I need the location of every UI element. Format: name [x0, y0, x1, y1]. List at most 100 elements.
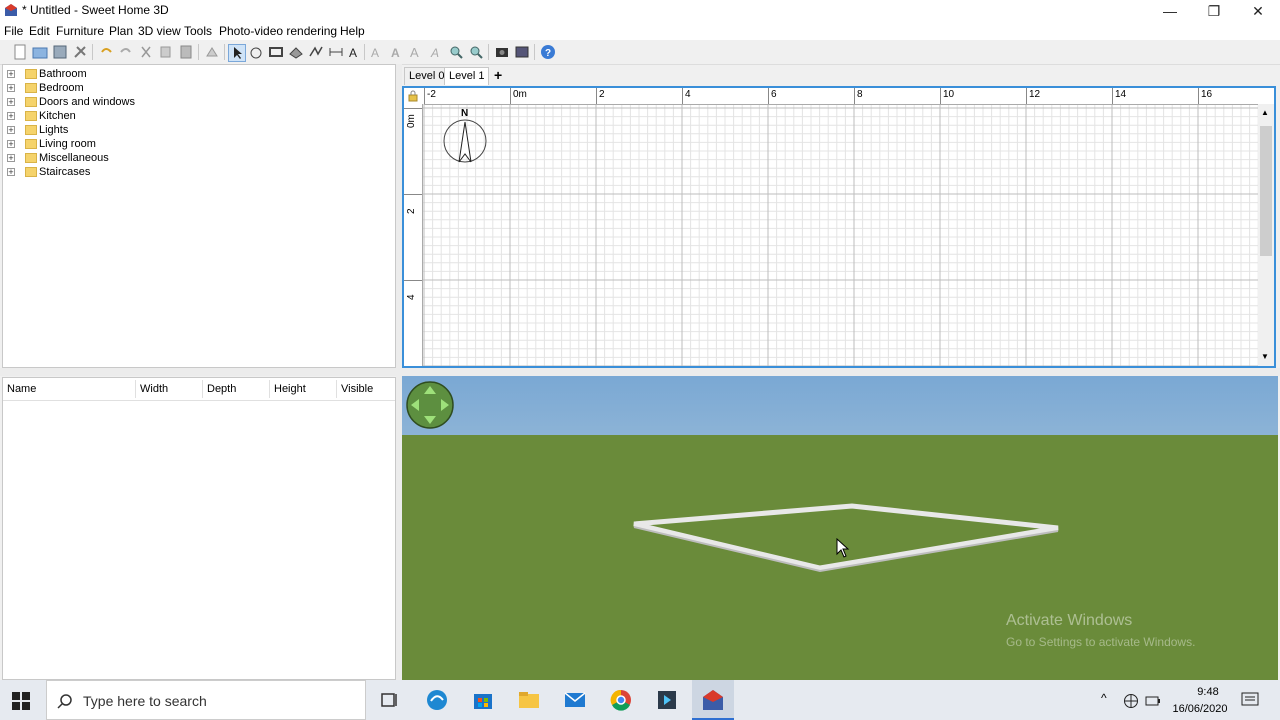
- menu-tools[interactable]: Tools: [184, 24, 212, 38]
- show-hidden-icons-icon[interactable]: ^: [1101, 691, 1107, 705]
- battery-icon[interactable]: [1145, 695, 1161, 707]
- add-furniture-icon[interactable]: [204, 44, 220, 60]
- microsoft-store-icon[interactable]: [471, 688, 495, 712]
- expand-icon[interactable]: +: [7, 154, 15, 163]
- activate-windows-title: Activate Windows: [1006, 612, 1133, 629]
- save-icon[interactable]: [52, 44, 68, 60]
- media-app-icon[interactable]: [655, 688, 679, 712]
- close-button[interactable]: ✕: [1236, 0, 1280, 22]
- column-header-height[interactable]: Height: [274, 383, 306, 395]
- tab-level-0[interactable]: Level 0: [404, 67, 450, 85]
- scroll-down-icon[interactable]: ▼: [1261, 352, 1269, 361]
- column-header-name[interactable]: Name: [7, 383, 36, 395]
- preferences-icon[interactable]: [72, 44, 88, 60]
- menu-help[interactable]: Help: [340, 24, 365, 38]
- help-icon[interactable]: ?: [540, 44, 556, 60]
- notifications-icon[interactable]: [1241, 692, 1259, 708]
- menu-file[interactable]: File: [4, 24, 23, 38]
- column-divider[interactable]: [336, 380, 337, 398]
- column-divider[interactable]: [135, 380, 136, 398]
- file-explorer-icon[interactable]: [517, 688, 541, 712]
- paste-icon[interactable]: [178, 44, 194, 60]
- right-horizontal-splitter[interactable]: [402, 368, 1280, 376]
- add-text-icon[interactable]: A: [346, 44, 362, 60]
- column-divider[interactable]: [269, 380, 270, 398]
- left-horizontal-splitter[interactable]: [0, 368, 400, 376]
- plan-vertical-scrollbar[interactable]: ▲ ▼: [1258, 104, 1274, 366]
- minimize-button[interactable]: —: [1148, 0, 1192, 22]
- menu-plan[interactable]: Plan: [109, 24, 133, 38]
- expand-icon[interactable]: +: [7, 70, 15, 79]
- ruler-tick: [768, 88, 769, 104]
- menu-furniture[interactable]: Furniture: [56, 24, 104, 38]
- zoom-out-icon[interactable]: [468, 44, 484, 60]
- chrome-icon[interactable]: [609, 688, 633, 712]
- mail-icon[interactable]: [563, 688, 587, 712]
- menu-edit[interactable]: Edit: [29, 24, 50, 38]
- expand-icon[interactable]: +: [7, 168, 15, 177]
- svg-text:A: A: [371, 46, 379, 60]
- edge-browser-icon[interactable]: [425, 688, 449, 712]
- compass-north-label: N: [461, 108, 469, 119]
- folder-icon: [25, 153, 37, 163]
- cut-icon[interactable]: [138, 44, 154, 60]
- window-title: * Untitled - Sweet Home 3D: [22, 3, 169, 17]
- create-video-icon[interactable]: [514, 44, 530, 60]
- column-divider[interactable]: [202, 380, 203, 398]
- ruler-top-label: 6: [771, 89, 777, 100]
- catalog-category-label: Lights: [39, 124, 69, 136]
- folder-icon: [25, 69, 37, 79]
- lock-icon[interactable]: [407, 90, 419, 102]
- ruler-tick: [1112, 88, 1113, 104]
- column-header-visible[interactable]: Visible: [341, 383, 373, 395]
- tab-level-1[interactable]: Level 1: [444, 67, 490, 85]
- column-header-depth[interactable]: Depth: [207, 383, 236, 395]
- ruler-tick: [854, 88, 855, 104]
- create-walls-icon[interactable]: [268, 44, 284, 60]
- pan-mode-icon[interactable]: [248, 44, 264, 60]
- expand-icon[interactable]: +: [7, 112, 15, 121]
- taskbar-search-box[interactable]: Type here to search: [46, 680, 366, 720]
- create-photo-icon[interactable]: [494, 44, 510, 60]
- zoom-in-icon[interactable]: [448, 44, 464, 60]
- undo-icon[interactable]: [98, 44, 114, 60]
- navigation-arrows-icon[interactable]: [405, 380, 455, 430]
- ruler-tick: [596, 88, 597, 104]
- plan-view[interactable]: N -2 0m 2 4 6 8 10 12 14 16 0m 2 4 ▲ ▼: [402, 86, 1276, 368]
- copy-icon[interactable]: [158, 44, 174, 60]
- network-globe-icon[interactable]: [1123, 693, 1139, 709]
- create-rooms-icon[interactable]: [288, 44, 304, 60]
- expand-icon[interactable]: +: [7, 126, 15, 135]
- task-view-icon[interactable]: [378, 688, 402, 712]
- add-level-button[interactable]: +: [494, 67, 502, 83]
- maximize-button[interactable]: ❐: [1192, 0, 1236, 22]
- open-icon[interactable]: [32, 44, 48, 60]
- menu-3d-view[interactable]: 3D view: [138, 24, 181, 38]
- windows-start-icon[interactable]: [12, 692, 30, 710]
- home-furniture-table[interactable]: Name Width Depth Height Visible: [2, 377, 396, 680]
- clock-time[interactable]: 9:48: [1186, 686, 1230, 698]
- text-bold-icon[interactable]: A: [388, 44, 404, 60]
- 3d-view[interactable]: Activate Windows Go to Settings to activ…: [402, 376, 1278, 680]
- redo-icon[interactable]: [118, 44, 134, 60]
- new-home-icon[interactable]: [12, 44, 28, 60]
- scrollbar-thumb[interactable]: [1260, 126, 1272, 256]
- taskbar-active-app[interactable]: [692, 680, 734, 720]
- create-dimensions-icon[interactable]: [328, 44, 344, 60]
- clock-date[interactable]: 16/06/2020: [1170, 703, 1230, 715]
- text-increase-icon[interactable]: A: [408, 44, 424, 60]
- expand-icon[interactable]: +: [7, 98, 15, 107]
- create-polylines-icon[interactable]: [308, 44, 324, 60]
- text-italic-icon[interactable]: A: [428, 44, 444, 60]
- expand-icon[interactable]: +: [7, 84, 15, 93]
- ruler-top-label: 12: [1029, 89, 1041, 100]
- ruler-tick: [940, 88, 941, 104]
- text-style-icon[interactable]: A: [368, 44, 384, 60]
- menu-photo-video-rendering[interactable]: Photo-video rendering: [219, 24, 337, 38]
- ruler-left-label: 2: [406, 208, 417, 214]
- ruler-vertical: 0m 2 4: [404, 104, 423, 366]
- column-header-width[interactable]: Width: [140, 383, 168, 395]
- scroll-up-icon[interactable]: ▲: [1261, 108, 1269, 117]
- expand-icon[interactable]: +: [7, 140, 15, 149]
- select-mode-icon[interactable]: [228, 44, 246, 62]
